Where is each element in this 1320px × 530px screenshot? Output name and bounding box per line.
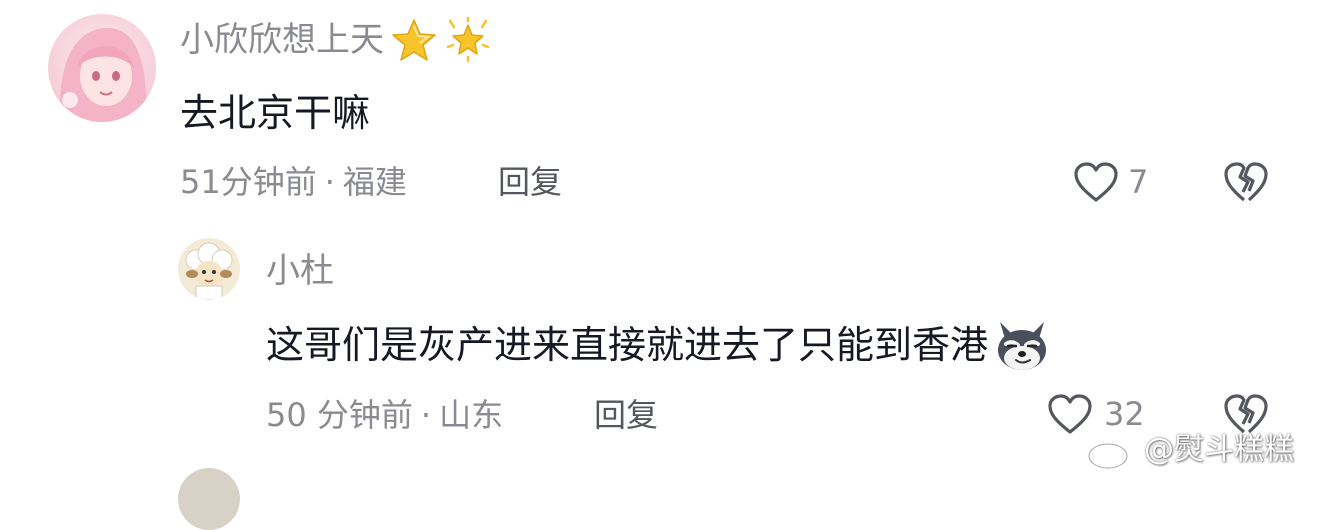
reply-timestamp: 50 分钟前	[266, 396, 413, 434]
username[interactable]: 小欣欣想上天	[180, 20, 384, 60]
sparkle-star-icon	[444, 17, 492, 63]
next-comment-avatar[interactable]	[178, 468, 240, 530]
sheep-avatar-image	[178, 238, 240, 300]
anime-girl-avatar-image	[48, 14, 156, 122]
reply-button[interactable]: 回复	[498, 162, 562, 202]
reply-username[interactable]: 小杜	[266, 251, 334, 291]
reply-text-row: 这哥们是灰产进来直接就进去了只能到香港	[266, 316, 1052, 374]
like-count: 7	[1128, 163, 1149, 201]
reply-text: 这哥们是灰产进来直接就进去了只能到香港	[266, 323, 989, 367]
weibo-logo-icon	[1086, 430, 1138, 470]
location: 福建	[342, 163, 407, 201]
username-row: 小欣欣想上天	[180, 17, 492, 63]
reply-button[interactable]: 回复	[594, 395, 658, 435]
meta-separator: ·	[324, 163, 335, 201]
reply-meta: 50 分钟前 · 山东	[266, 395, 503, 435]
comment-meta: 51分钟前 · 福建	[180, 162, 407, 202]
watermark: @熨斗糕糕	[1086, 430, 1294, 470]
comment-text: 去北京干嘛	[180, 91, 371, 135]
timestamp: 51分钟前	[180, 163, 317, 201]
dislike-button[interactable]	[1222, 160, 1270, 208]
star-icon	[390, 17, 438, 63]
reply-avatar[interactable]	[178, 238, 240, 300]
broken-heart-icon	[1222, 160, 1270, 204]
meta-separator: ·	[420, 396, 432, 434]
husky-dog-emoji-icon	[992, 316, 1052, 374]
watermark-text: @熨斗糕糕	[1144, 432, 1294, 467]
avatar[interactable]	[48, 14, 156, 122]
like-button[interactable]: 7	[1072, 160, 1148, 204]
heart-icon	[1072, 160, 1120, 204]
reply-like-count: 32	[1104, 395, 1145, 433]
reply-location: 山东	[439, 396, 504, 434]
